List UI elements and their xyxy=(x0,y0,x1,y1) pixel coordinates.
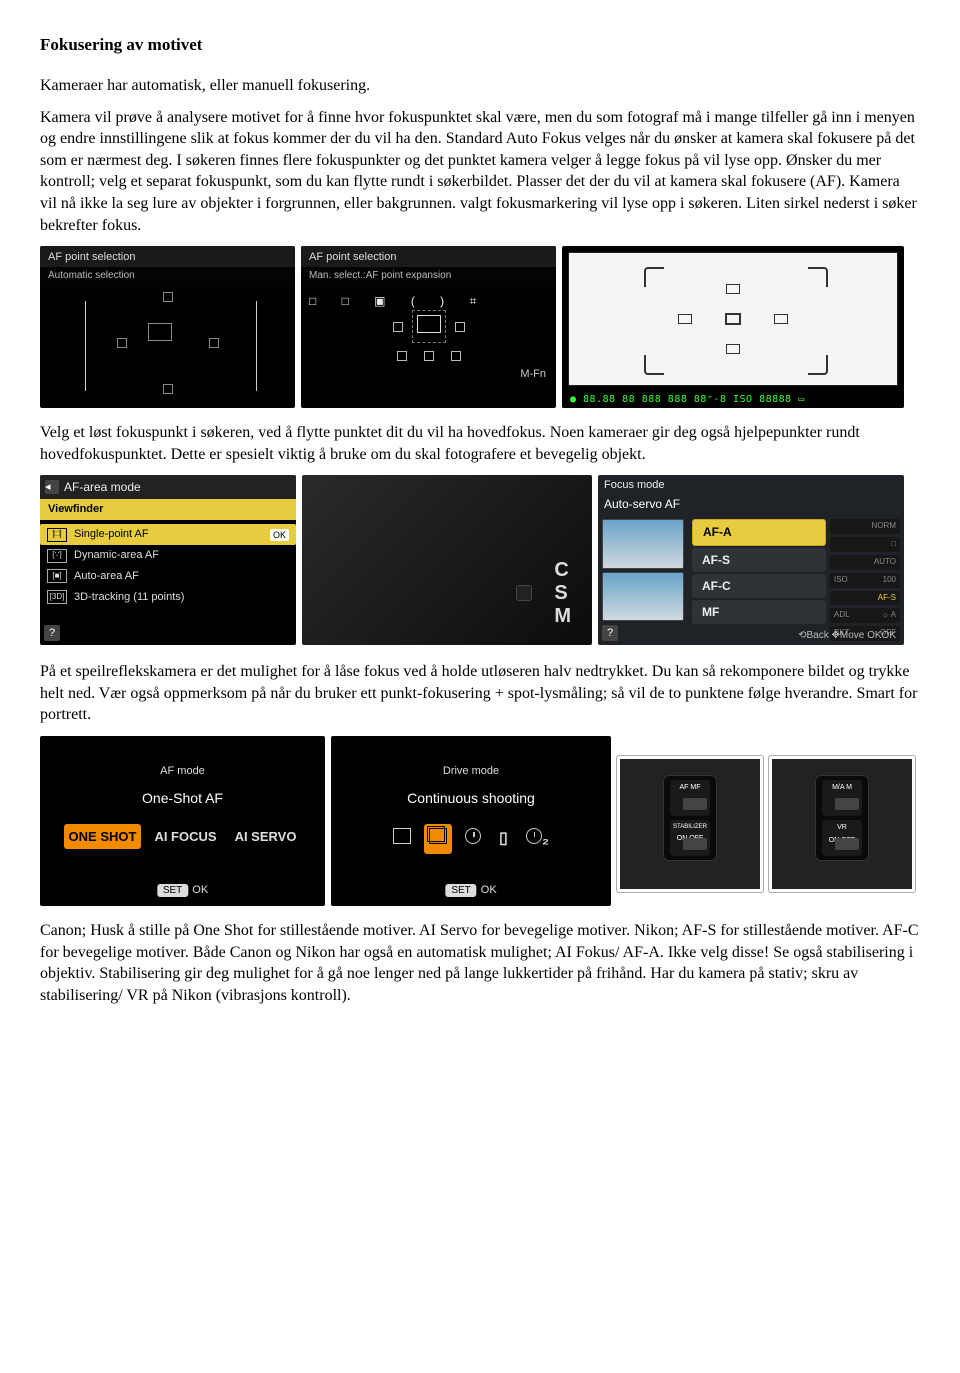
list-item: [3D] 3D-tracking (11 points) xyxy=(40,587,296,608)
focus-option: MF xyxy=(692,600,826,624)
list-item: [∵] Dynamic-area AF xyxy=(40,545,296,566)
lens-switch-b-photo: M/A M VRON OFF xyxy=(769,756,915,892)
list-item-label: Auto-area AF xyxy=(74,569,139,584)
timer-10-icon xyxy=(460,824,486,855)
intro-paragraph-2: Kamera vil prøve å analysere motivet for… xyxy=(40,107,920,237)
viewfinder-readout: ● 88.88 88 888 888 88⁺-8 ISO 88888 ▭ xyxy=(570,393,896,407)
side-settings: NORM □ AUTO ISO100 AF-S ADL☼ A BKTOFF xyxy=(830,515,904,625)
panel-value: One-Shot AF xyxy=(40,785,325,818)
panel-title: AF-area mode xyxy=(64,479,141,495)
focus-mode-panel: Focus mode Auto-servo AF AF-A AF-S AF-C … xyxy=(598,475,904,645)
help-icon: ? xyxy=(602,625,618,641)
drive-mode-panel: Drive mode Continuous shooting ▯ ₂ SETOK xyxy=(331,736,611,906)
panel-title: AF point selection xyxy=(40,246,295,267)
focus-option: AF-C xyxy=(692,574,826,598)
panel-title: AF mode xyxy=(40,736,325,785)
timer-2-icon: ₂ xyxy=(521,824,554,855)
remote-icon: ▯ xyxy=(494,824,513,855)
auto-area-icon: [■] xyxy=(47,569,67,583)
single-shot-icon xyxy=(388,824,416,855)
panel-title: AF point selection xyxy=(301,246,556,267)
af-mode-panel: AF mode One-Shot AF ONE SHOT AI FOCUS AI… xyxy=(40,736,325,906)
list-item-label: Single-point AF xyxy=(74,527,149,542)
paragraph-3: Velg et løst fokuspunkt i søkeren, ved å… xyxy=(40,422,920,465)
list-item: [■] Auto-area AF xyxy=(40,566,296,587)
af-mode-option: ONE SHOT xyxy=(64,824,142,850)
af-area-mode-panel: ◂ AF-area mode Viewfinder [□] Single-poi… xyxy=(40,475,296,645)
image-row-1: AF point selection Automatic selection A… xyxy=(40,246,920,408)
single-point-icon: [□] xyxy=(47,528,67,542)
tracking-icon: [3D] xyxy=(47,590,67,604)
panel-title: Focus mode xyxy=(598,475,904,496)
focus-option: AF-S xyxy=(692,548,826,572)
image-row-2: ◂ AF-area mode Viewfinder [□] Single-poi… xyxy=(40,475,920,645)
af-point-selection-auto-panel: AF point selection Automatic selection xyxy=(40,246,295,408)
list-item-label: 3D-tracking (11 points) xyxy=(74,590,184,605)
list-item-label: Dynamic-area AF xyxy=(74,548,159,563)
mfn-label: M-Fn xyxy=(520,367,546,382)
help-icon: ? xyxy=(44,625,60,641)
af-point-selection-manual-panel: AF point selection Man. select.:AF point… xyxy=(301,246,556,408)
focus-dial-letters: C S M xyxy=(554,558,572,629)
dial-nub-icon xyxy=(516,585,532,601)
af-mode-option: AI SERVO xyxy=(230,824,302,850)
paragraph-4: På et speilreflekskamera er det mulighet… xyxy=(40,661,920,726)
dynamic-area-icon: [∵] xyxy=(47,549,67,563)
footer-hints: ⟲Back ✥Move OKOK xyxy=(798,629,896,643)
image-row-3: AF mode One-Shot AF ONE SHOT AI FOCUS AI… xyxy=(40,736,920,906)
set-ok-hint: SETOK xyxy=(157,883,208,898)
preview-thumbnails xyxy=(598,515,688,625)
af-mode-option: AI FOCUS xyxy=(149,824,221,850)
paragraph-5: Canon; Husk å stille på One Shot for sti… xyxy=(40,920,920,1006)
panel-title: Drive mode xyxy=(331,736,611,785)
lens-switch-a-photo: AF MF STABILIZERON OFF xyxy=(617,756,763,892)
intro-paragraph-1: Kameraer har automatisk, eller manuell f… xyxy=(40,75,920,97)
set-ok-hint: SETOK xyxy=(445,883,496,898)
lens-focus-dial-photo: C S M xyxy=(302,475,592,645)
panel-subtitle: Man. select.:AF point expansion xyxy=(301,267,556,288)
ok-badge: OK xyxy=(270,529,289,541)
af-points-grid xyxy=(102,277,234,408)
page-title: Fokusering av motivet xyxy=(40,34,920,57)
af-expansion-diagram xyxy=(301,310,556,366)
panel-subtitle: Auto-servo AF xyxy=(598,496,904,515)
panel-crumb: Viewfinder xyxy=(40,499,296,520)
viewfinder-frame xyxy=(568,252,898,386)
back-icon: ◂ xyxy=(45,480,59,494)
panel-value: Continuous shooting xyxy=(331,785,611,818)
viewfinder-panel: ● 88.88 88 888 888 88⁺-8 ISO 88888 ▭ xyxy=(562,246,904,408)
continuous-icon xyxy=(424,824,452,855)
list-item: [□] Single-point AF OK xyxy=(40,524,296,545)
focus-option: AF-A xyxy=(692,519,826,545)
